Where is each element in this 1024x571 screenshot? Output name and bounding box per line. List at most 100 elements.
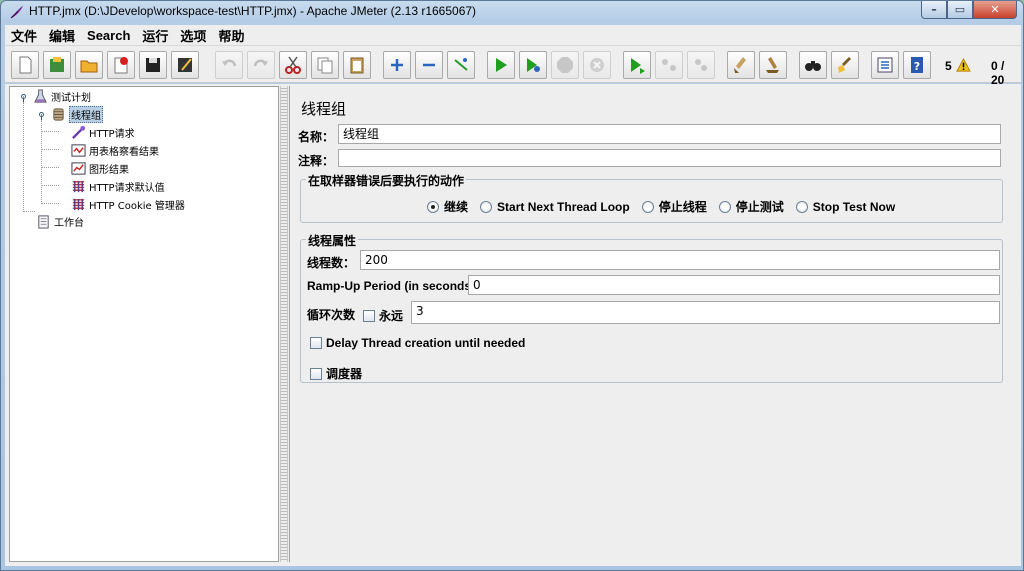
graph-results-icon: [70, 160, 86, 176]
menu-edit[interactable]: 编辑: [43, 26, 81, 45]
remote-start-button[interactable]: [623, 51, 651, 79]
function-helper-button[interactable]: [871, 51, 899, 79]
scheduler-checkbox[interactable]: [310, 367, 322, 380]
radio-stop-thread[interactable]: [641, 200, 654, 213]
radio-start-next-loop-label: Start Next Thread Loop: [497, 199, 630, 214]
scheduler-label: 调度器: [326, 367, 363, 381]
loop-count-field[interactable]: 3: [411, 301, 1000, 324]
menu-bar: 文件 编辑 Search 运行 选项 帮助: [5, 25, 1021, 45]
search-button[interactable]: [799, 51, 827, 79]
radio-start-next-loop[interactable]: [480, 200, 493, 213]
error-action-radios: 继续 Start Next Thread Loop 停止线程 停止测试 Stop…: [427, 198, 907, 215]
tree-node-view-results-table[interactable]: 用表格察看结果: [70, 142, 159, 158]
toggle-button[interactable]: [447, 51, 475, 79]
clear-button[interactable]: [727, 51, 755, 79]
clear-all-button[interactable]: [759, 51, 787, 79]
forever-checkbox[interactable]: [363, 309, 375, 322]
remote-start-icon: [631, 58, 645, 74]
sampler-error-action-group: 在取样器错误后要执行的动作 继续 Start Next Thread Loop …: [300, 172, 1003, 223]
remote-shutdown-button[interactable]: [687, 51, 715, 79]
forever-checkbox-row: 永远: [363, 307, 403, 324]
close-window-button[interactable]: ✕: [973, 1, 1017, 19]
tree-node-http-request[interactable]: HTTP请求: [70, 124, 135, 140]
warning-icon[interactable]: [956, 57, 971, 76]
minimize-button[interactable]: –: [921, 1, 947, 19]
maximize-button[interactable]: ▭: [947, 1, 973, 19]
help-button[interactable]: ?: [903, 51, 931, 79]
clear-all-icon: [766, 57, 779, 73]
delay-thread-label: Delay Thread creation until needed: [326, 336, 526, 350]
thread-count-label: 线程数：: [307, 256, 356, 270]
thread-group-spool-icon: [50, 106, 66, 122]
radio-stop-test-now[interactable]: [795, 200, 808, 213]
tree-node-cookie-manager[interactable]: HTTP Cookie 管理器: [70, 196, 185, 212]
function-helper-icon: [877, 57, 893, 73]
tree-node-thread-group[interactable]: 线程组: [50, 105, 103, 123]
remote-stop-button[interactable]: [655, 51, 683, 79]
stop-button[interactable]: [551, 51, 579, 79]
radio-stop-test[interactable]: [718, 200, 731, 213]
svg-text:?: ?: [914, 60, 920, 73]
close-file-button[interactable]: [107, 51, 135, 79]
save-button[interactable]: [139, 51, 167, 79]
title-bar[interactable]: HTTP.jmx (D:\JDevelop\workspace-test\HTT…: [1, 1, 1023, 23]
shutdown-button[interactable]: [583, 51, 611, 79]
tree-expand-toggle[interactable]: [37, 110, 46, 121]
tree-node-label: HTTP Cookie 管理器: [89, 200, 185, 212]
templates-button[interactable]: [43, 51, 71, 79]
radio-continue-label: 继续: [444, 200, 469, 214]
delay-thread-checkbox[interactable]: [310, 337, 322, 349]
menu-help[interactable]: 帮助: [212, 26, 250, 45]
reset-search-button[interactable]: [831, 51, 859, 79]
rampup-field[interactable]: 0: [468, 275, 1000, 295]
open-icon: [80, 60, 98, 73]
tree-node-graph-results[interactable]: 图形结果: [70, 160, 129, 176]
name-field[interactable]: 线程组: [338, 124, 1001, 144]
expand-button[interactable]: [383, 51, 411, 79]
pane-splitter[interactable]: [280, 86, 288, 562]
tree-line: [41, 203, 59, 204]
tree-line: [23, 211, 35, 212]
paste-button[interactable]: [343, 51, 371, 79]
window-bottom-border: [1, 566, 1023, 570]
tree-line: [41, 167, 59, 168]
tree-node-workbench[interactable]: 工作台: [35, 213, 84, 229]
start-button[interactable]: [487, 51, 515, 79]
menu-run[interactable]: 运行: [136, 26, 174, 45]
save-as-button[interactable]: [171, 51, 199, 79]
undo-button[interactable]: [215, 51, 243, 79]
open-button[interactable]: [75, 51, 103, 79]
new-icon: [19, 56, 32, 74]
menu-file[interactable]: 文件: [5, 26, 43, 45]
tree-line: [41, 131, 59, 132]
thread-properties-group: 线程属性 线程数： 200 Ramp-Up Period (in seconds…: [300, 232, 1003, 383]
tree-line: [41, 114, 42, 204]
tree-node-label: HTTP请求: [89, 128, 135, 140]
new-button[interactable]: [11, 51, 39, 79]
cut-button[interactable]: [279, 51, 307, 79]
remote-shutdown-icon: [695, 59, 707, 71]
tree-node-http-defaults[interactable]: HTTP请求默认值: [70, 178, 165, 194]
pipette-icon: [70, 124, 86, 140]
tree-node-test-plan[interactable]: 测试计划: [32, 88, 91, 104]
start-no-pause-button[interactable]: [519, 51, 547, 79]
copy-button[interactable]: [311, 51, 339, 79]
jmeter-window: HTTP.jmx (D:\JDevelop\workspace-test\HTT…: [0, 0, 1024, 571]
radio-continue[interactable]: [427, 200, 439, 213]
thread-count-field[interactable]: 200: [360, 250, 1000, 270]
paste-icon: [350, 57, 364, 74]
radio-stop-thread-label: 停止线程: [658, 200, 707, 214]
expand-icon: [391, 59, 403, 71]
tree-node-label: 测试计划: [51, 92, 91, 104]
tree-node-label: 图形结果: [89, 164, 129, 176]
redo-button[interactable]: [247, 51, 275, 79]
comment-label: 注释：: [298, 154, 335, 168]
comment-field[interactable]: [338, 149, 1001, 167]
menu-options[interactable]: 选项: [174, 26, 212, 45]
clear-icon: [734, 57, 746, 73]
help-icon: ?: [911, 57, 923, 73]
menu-search[interactable]: Search: [81, 28, 136, 43]
workbench-icon: [35, 213, 51, 229]
collapse-button[interactable]: [415, 51, 443, 79]
tree-expand-toggle[interactable]: [19, 92, 28, 103]
